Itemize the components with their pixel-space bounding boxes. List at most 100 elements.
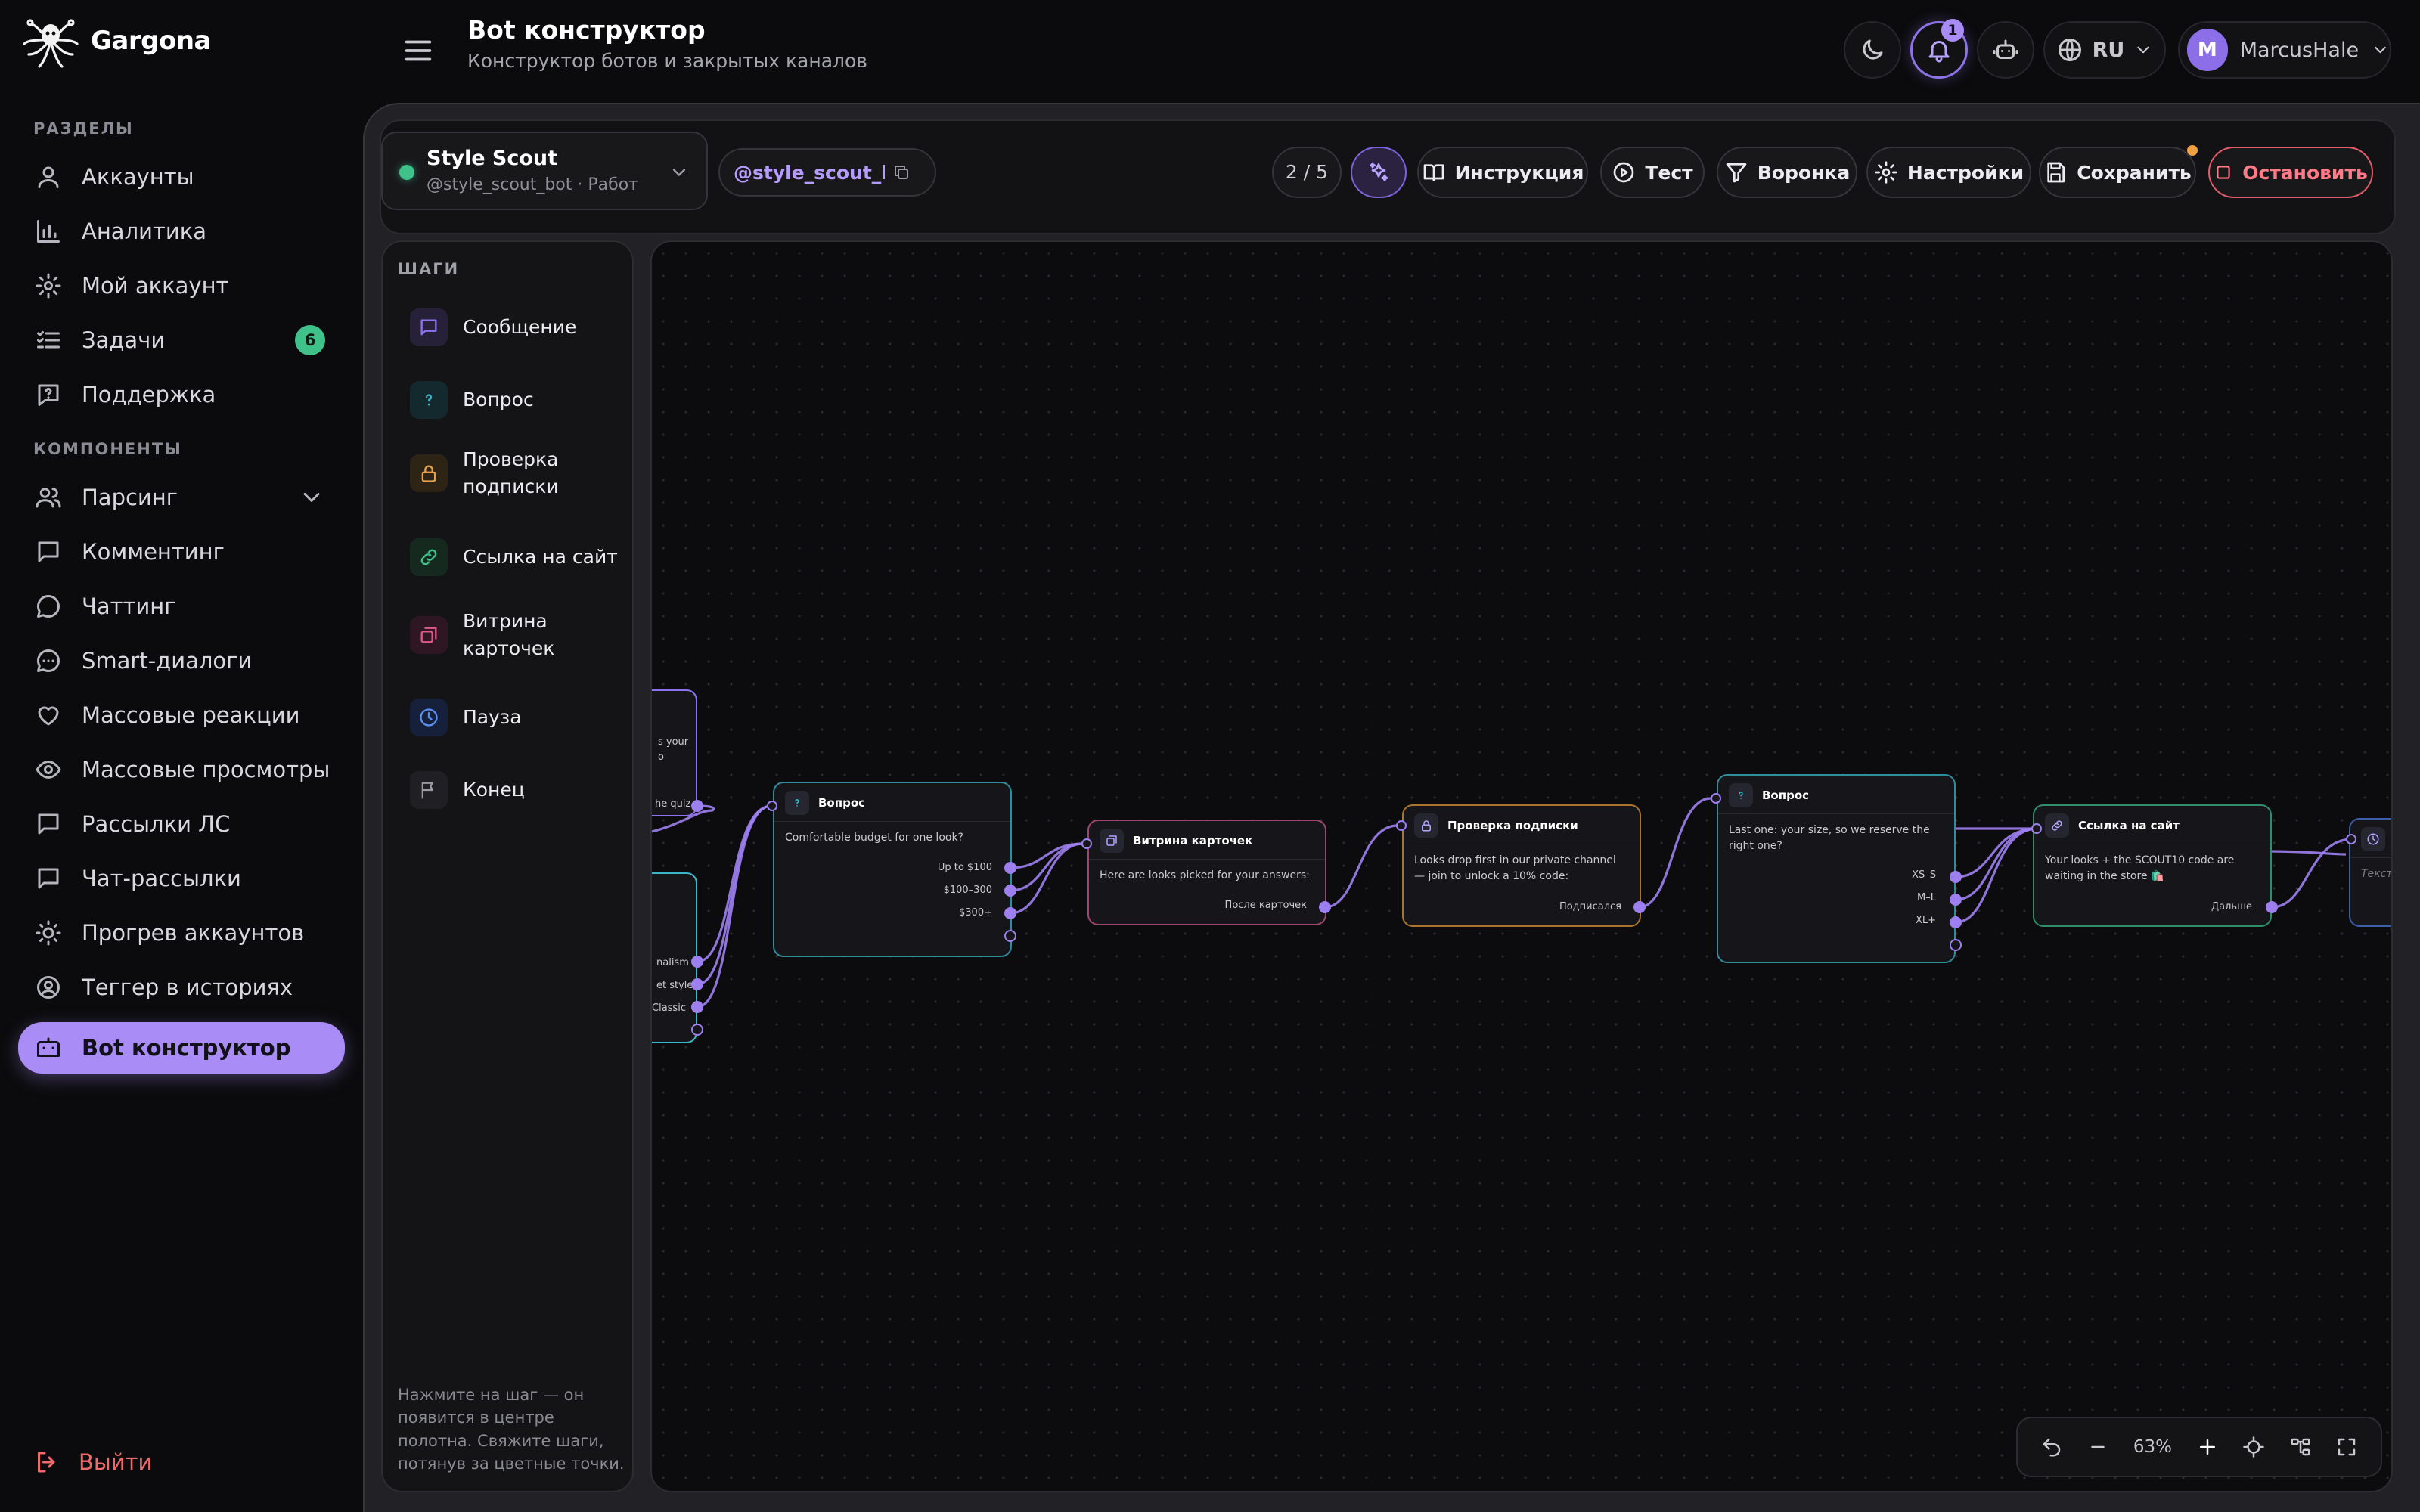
input-port[interactable] [1711,793,1721,804]
step-subscription-check[interactable]: Проверка подписки [410,446,614,501]
output-port[interactable] [2266,901,2278,913]
zoom-in-icon[interactable] [2196,1436,2219,1458]
settings-button[interactable]: Настройки [1866,147,2031,198]
flow-node-pause-partial[interactable]: Текст [2349,818,2391,927]
notifications-button[interactable]: 1 [1910,19,1968,79]
sidebar-item-mass-views[interactable]: Массовые просмотры [18,745,345,794]
sidebar-item-label: Комментинг [82,539,225,565]
sidebar-item-label: Задачи [82,327,166,353]
octopus-logo-icon [23,19,79,68]
sidebar-item-bot-constructor[interactable]: Bot конструктор [18,1022,345,1074]
instruction-button[interactable]: Инструкция [1417,147,1588,198]
sidebar-item-dm-mailings[interactable]: Рассылки ЛС [18,800,345,848]
node-option: M–L [1917,892,1936,903]
sidebar-item-story-tagger[interactable]: Теггер в историях [18,963,345,1012]
sidebar-item-accounts[interactable]: Аккаунты [18,153,345,201]
steps-panel: ШАГИ Сообщение Вопрос Проверка подписки … [381,240,634,1492]
chevron-down-icon[interactable] [298,484,325,511]
output-port[interactable] [691,1001,703,1013]
sidebar-item-chat-mailings[interactable]: Чат-рассылки [18,854,345,903]
sidebar-item-support[interactable]: Поддержка [18,370,345,419]
output-port[interactable] [1950,894,1962,906]
output-port[interactable] [1319,901,1331,913]
hamburger-menu-icon[interactable] [401,33,436,68]
flow-node-message-partial[interactable]: s your o he quiz [652,689,697,816]
input-port[interactable] [2346,834,2356,844]
output-port[interactable] [1004,907,1016,919]
flow-node-question-size[interactable]: Вопрос Last one: your size, so we reserv… [1717,774,1956,963]
output-port[interactable] [691,978,703,990]
input-port[interactable] [2031,823,2042,834]
sidebar-item-account-warmup[interactable]: Прогрев аккаунтов [18,909,345,957]
output-port[interactable] [1004,862,1016,874]
sidebar-item-commenting[interactable]: Комментинг [18,528,345,576]
flow-node-question-partial[interactable]: nalism et style Classic [652,872,697,1043]
logout-button[interactable]: Выйти [33,1448,152,1476]
question-icon [1739,792,1743,799]
flow-node-site-link[interactable]: Ссылка на сайт Your looks + the SCOUT10 … [2033,804,2272,927]
fallback-output-port[interactable] [1004,930,1016,942]
flow-node-question-budget[interactable]: Вопрос Comfortable budget for one look? … [773,782,1012,957]
wire [1955,827,2038,901]
stop-button[interactable]: Остановить [2208,147,2373,198]
steps-hint: Нажмите на шаг — он появится в центре по… [398,1386,625,1473]
step-site-link[interactable]: Ссылка на сайт [410,538,618,576]
sidebar-item-smart-dialogs[interactable]: Smart-диалоги [18,637,345,685]
node-option: Подписался [1559,901,1621,912]
undo-icon[interactable] [2040,1436,2063,1458]
fallback-output-port[interactable] [1950,939,1962,951]
logout-label: Выйти [79,1449,153,1475]
output-port[interactable] [691,956,703,968]
output-port[interactable] [1950,916,1962,928]
sidebar-item-label: Чат-рассылки [82,866,241,891]
test-button[interactable]: Тест [1600,147,1705,198]
sidebar-item-parsing[interactable]: Парсинг [18,473,345,522]
fallback-output-port[interactable] [691,1024,703,1036]
flow-node-card-showcase[interactable]: Витрина карточек Here are looks picked f… [1087,820,1326,925]
bot-handle-chip[interactable]: @style_scout_bot [718,148,936,197]
input-port[interactable] [767,801,777,811]
theme-toggle-button[interactable] [1844,21,1901,79]
step-card-showcase[interactable]: Витрина карточек [410,608,614,663]
sidebar-item-label: Чаттинг [82,593,176,619]
sidebar-item-label: Теггер в историях [82,974,293,1000]
input-port[interactable] [1396,820,1407,831]
output-port[interactable] [1950,871,1962,883]
fullscreen-icon[interactable] [2335,1436,2358,1458]
copy-icon[interactable] [892,163,911,181]
auto-layout-icon[interactable] [2289,1436,2312,1458]
zoom-out-icon[interactable] [2086,1436,2109,1458]
step-question[interactable]: Вопрос [410,381,534,419]
cards-icon [420,627,437,643]
user-menu[interactable]: M MarcusHale [2178,21,2391,79]
node-header: Вопрос [1729,783,1809,807]
sidebar-item-analytics[interactable]: Аналитика [18,207,345,256]
language-select[interactable]: RU [2043,21,2166,79]
output-port[interactable] [1634,901,1646,913]
node-divider [1718,813,1954,814]
users-icon [36,488,61,508]
step-pause[interactable]: Пауза [410,699,522,736]
save-button[interactable]: Сохранить [2039,147,2196,198]
step-label: Сообщение [463,315,577,338]
ai-assist-button[interactable] [1351,147,1407,198]
funnel-button[interactable]: Воронка [1717,147,1857,198]
node-option: XS–S [1912,869,1936,881]
crosshair-icon[interactable] [2242,1436,2265,1458]
input-port[interactable] [1081,838,1092,849]
output-port[interactable] [691,800,703,812]
sidebar-item-mass-reactions[interactable]: Массовые реакции [18,691,345,739]
sidebar-item-my-account[interactable]: Мой аккаунт [18,262,345,310]
chevron-down-icon [2137,46,2149,54]
wire [2270,850,2347,856]
bot-selector[interactable]: Style Scout @style_scout_bot · Работает [381,132,708,210]
sidebar-item-tasks[interactable]: Задачи 6 [18,316,345,364]
logo[interactable]: Gargona [18,9,211,73]
step-end[interactable]: Конец [410,771,525,809]
step-message[interactable]: Сообщение [410,308,576,346]
bot-assistant-button[interactable] [1977,21,2034,79]
flow-node-subscription-check[interactable]: Проверка подписки Looks drop first in ou… [1402,804,1641,927]
sidebar-item-chatting[interactable]: Чаттинг [18,582,345,631]
flow-canvas[interactable]: s your o he quiz nalism et style Classic… [650,240,2393,1492]
output-port[interactable] [1004,885,1016,897]
